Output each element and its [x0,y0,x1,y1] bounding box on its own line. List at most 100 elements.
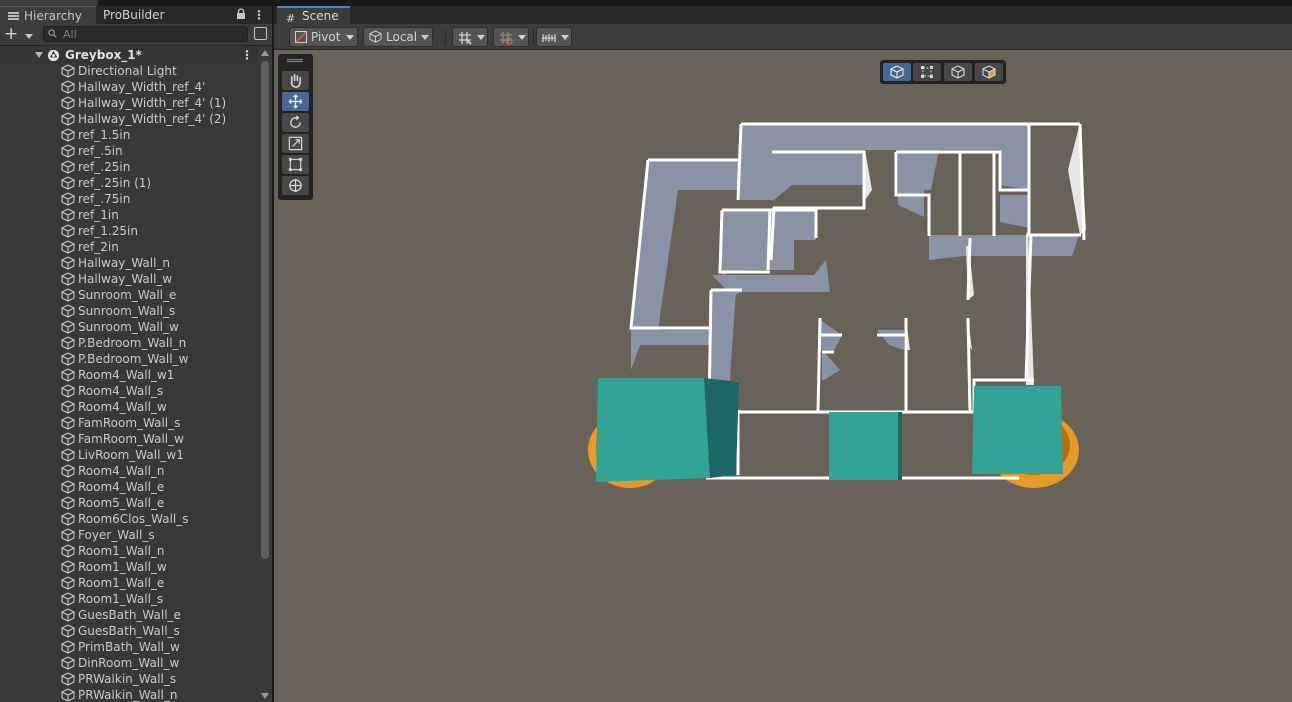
hierarchy-item[interactable]: ref_.25in [0,159,258,175]
hierarchy-item[interactable]: ref_.75in [0,191,258,207]
game-object-cube-icon [61,96,75,110]
tab-hierarchy[interactable]: Hierarchy [0,6,96,24]
hierarchy-item[interactable]: ref_1.5in [0,127,258,143]
hierarchy-item[interactable]: FamRoom_Wall_s [0,415,258,431]
hierarchy-item[interactable]: Hallway_Width_ref_4' (1) [0,95,258,111]
game-object-cube-icon [61,192,75,206]
scene-visibility-icon[interactable] [254,27,267,40]
pivot-label: Pivot [311,30,341,44]
hierarchy-scrollbar[interactable] [258,47,272,702]
ruler-snap-button[interactable] [536,27,572,47]
object-mode-button[interactable] [883,63,911,81]
hierarchy-item[interactable]: ref_1.25in [0,223,258,239]
chevron-down-icon [561,35,569,40]
game-object-cube-icon [61,240,75,254]
game-object-cube-icon [61,608,75,622]
hierarchy-item[interactable]: Hallway_Width_ref_4' (2) [0,111,258,127]
rect-tool-button[interactable] [282,155,309,174]
hierarchy-item[interactable]: Hallway_Width_ref_4' [0,79,258,95]
hierarchy-item-label: ref_.25in [78,160,131,174]
hierarchy-menu-icon[interactable]: ⋮ [253,7,265,23]
hierarchy-item[interactable]: Room4_Wall_n [0,463,258,479]
scene-menu-icon[interactable]: ⋮ [241,47,253,63]
hierarchy-item[interactable]: Room6Clos_Wall_s [0,511,258,527]
hierarchy-item[interactable]: Room4_Wall_w [0,399,258,415]
hierarchy-item[interactable]: Room1_Wall_s [0,591,258,607]
lock-icon[interactable] [236,8,246,20]
hierarchy-item[interactable]: Directional Light [0,63,258,79]
grid-snap-button[interactable] [452,27,488,47]
hierarchy-item[interactable]: P.Bedroom_Wall_w [0,351,258,367]
face-mode-button[interactable] [975,63,1003,81]
ruler-icon [542,34,556,42]
hierarchy-item[interactable]: Room5_Wall_e [0,495,258,511]
hierarchy-item[interactable]: Room1_Wall_e [0,575,258,591]
tools-overlay [278,54,313,200]
hierarchy-item[interactable]: Hallway_Wall_n [0,255,258,271]
chevron-down-icon[interactable] [35,52,43,58]
hierarchy-panel: Hierarchy ProBuilder ⋮ + All Greybox_1* … [0,6,272,702]
hierarchy-item-label: Room4_Wall_s [78,384,164,398]
hierarchy-item[interactable]: PRWalkin_Wall_n [0,687,258,702]
hierarchy-item[interactable]: ref_.5in [0,143,258,159]
scene-root-row[interactable]: Greybox_1* ⋮ [0,47,258,63]
scene-viewport[interactable] [274,50,1292,702]
game-object-cube-icon [61,144,75,158]
hierarchy-item-label: Foyer_Wall_s [78,528,155,542]
hierarchy-item[interactable]: ref_2in [0,239,258,255]
hierarchy-item[interactable]: Hallway_Wall_w [0,271,258,287]
hierarchy-item[interactable]: Foyer_Wall_s [0,527,258,543]
hierarchy-item-label: Sunroom_Wall_s [78,304,176,318]
scroll-thumb[interactable] [261,61,269,559]
scale-tool-button[interactable] [282,134,309,153]
hierarchy-item[interactable]: Room4_Wall_e [0,479,258,495]
vertex-mode-button[interactable] [913,63,941,81]
edge-mode-button[interactable] [944,63,972,81]
hierarchy-item[interactable]: Room4_Wall_s [0,383,258,399]
rotate-tool-button[interactable] [282,113,309,132]
scroll-down-icon[interactable] [261,693,269,699]
hierarchy-item[interactable]: PrimBath_Wall_w [0,639,258,655]
hierarchy-item[interactable]: Sunroom_Wall_e [0,287,258,303]
transform-tool-button[interactable] [282,176,309,195]
game-object-cube-icon [61,288,75,302]
tab-probuilder[interactable]: ProBuilder [103,6,164,24]
scene-tab-bar: # Scene [274,6,1292,25]
hierarchy-item-label: ref_1.25in [78,224,138,238]
search-input[interactable] [63,27,243,41]
hand-icon [290,74,301,88]
move-tool-button[interactable] [282,92,309,111]
game-object-cube-icon [61,416,75,430]
game-object-cube-icon [61,176,75,190]
hierarchy-item[interactable]: DinRoom_Wall_w [0,655,258,671]
add-object-button[interactable]: + [4,26,34,44]
hierarchy-item[interactable]: GuesBath_Wall_e [0,607,258,623]
hierarchy-item-label: LivRoom_Wall_w1 [78,448,184,462]
hierarchy-item-label: PrimBath_Wall_w [78,640,180,654]
hierarchy-item[interactable]: Room1_Wall_w [0,559,258,575]
hierarchy-toolbar: + [0,24,272,46]
hierarchy-item[interactable]: FamRoom_Wall_w [0,431,258,447]
hierarchy-item[interactable]: Room4_Wall_w1 [0,367,258,383]
hierarchy-item[interactable]: LivRoom_Wall_w1 [0,447,258,463]
hierarchy-item[interactable]: Room1_Wall_n [0,543,258,559]
hierarchy-item-label: ref_.25in (1) [78,176,152,190]
game-object-cube-icon [61,272,75,286]
drag-handle[interactable] [287,59,303,62]
hierarchy-item[interactable]: GuesBath_Wall_s [0,623,258,639]
hierarchy-item[interactable]: ref_.25in (1) [0,175,258,191]
increment-snap-button[interactable] [493,27,529,47]
unity-scene-icon [47,49,60,62]
pivot-dropdown[interactable]: Pivot [289,27,358,47]
scroll-up-icon[interactable] [261,50,269,56]
hand-tool-button[interactable] [282,71,309,90]
hierarchy-item[interactable]: PRWalkin_Wall_s [0,671,258,687]
hierarchy-item[interactable]: ref_1in [0,207,258,223]
hierarchy-search-box[interactable] [43,26,248,42]
hierarchy-item[interactable]: Sunroom_Wall_s [0,303,258,319]
local-dropdown[interactable]: Local [363,27,433,47]
scene-geometry[interactable] [274,50,1292,702]
hierarchy-item[interactable]: P.Bedroom_Wall_n [0,335,258,351]
tab-scene[interactable]: # Scene [277,6,350,25]
hierarchy-item[interactable]: Sunroom_Wall_w [0,319,258,335]
